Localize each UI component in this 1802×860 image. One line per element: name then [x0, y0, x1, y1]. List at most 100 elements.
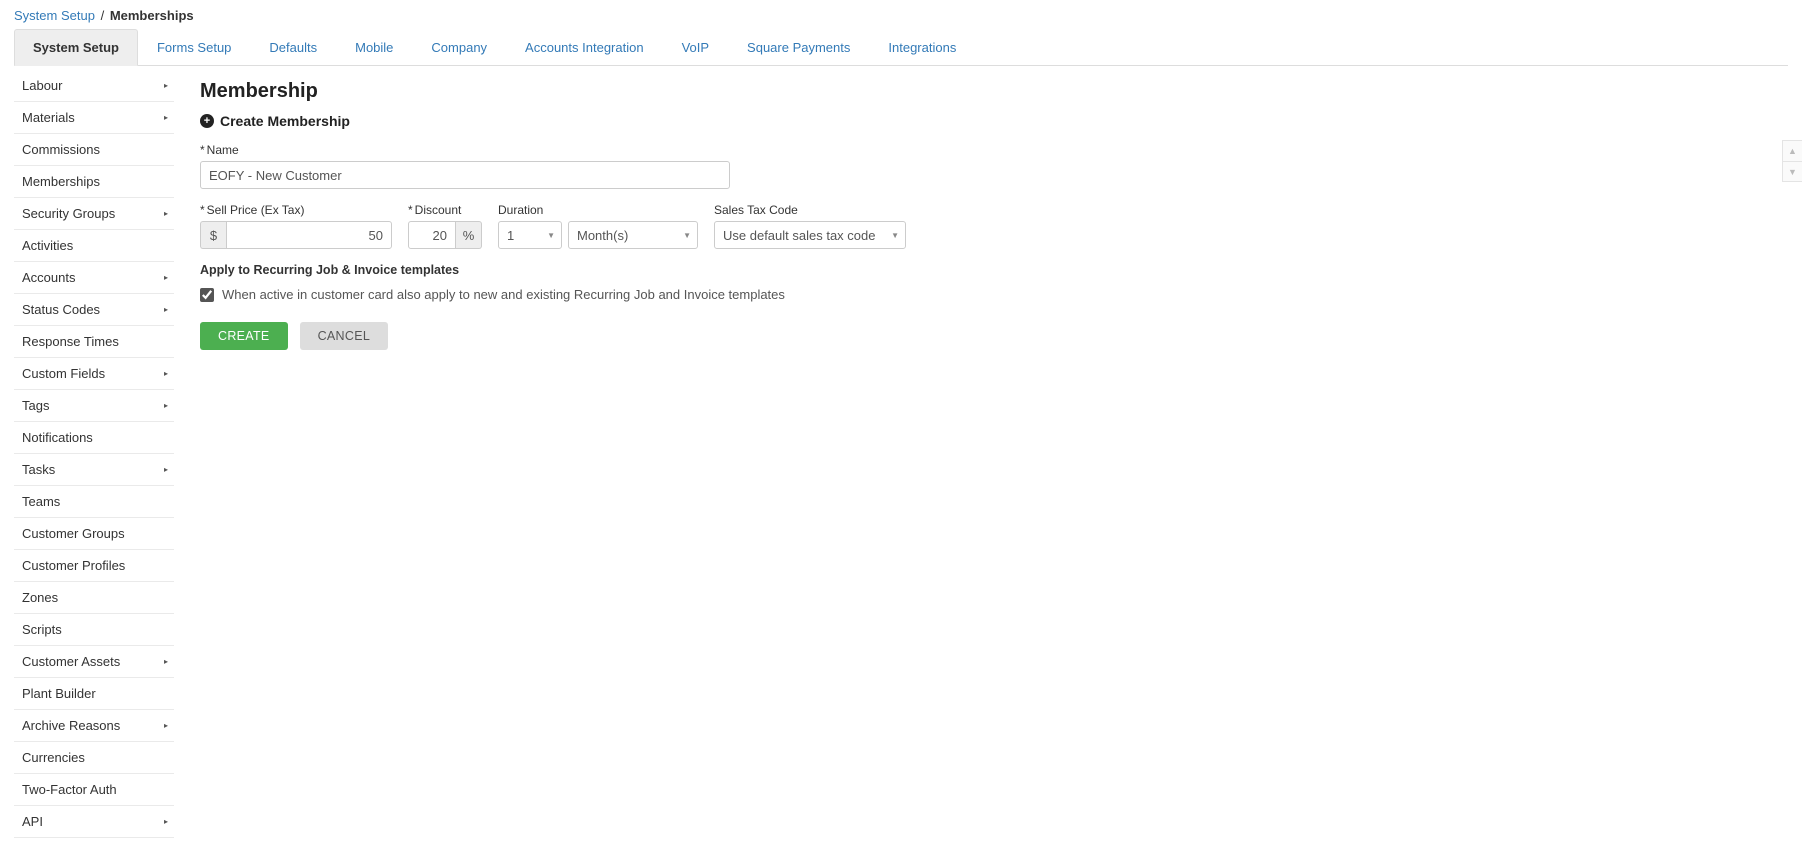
sidebar-item-zones[interactable]: Zones	[14, 582, 174, 614]
tab-system-setup[interactable]: System Setup	[14, 29, 138, 66]
section-title: Create Membership	[220, 113, 350, 129]
tab-voip[interactable]: VoIP	[663, 29, 728, 65]
chevron-right-icon: ▸	[164, 401, 168, 410]
price-label: *Sell Price (Ex Tax)	[200, 203, 392, 217]
scroll-up-icon[interactable]: ▲	[1783, 141, 1802, 161]
sidebar-item-two-factor-auth[interactable]: Two-Factor Auth	[14, 774, 174, 806]
chevron-right-icon: ▸	[164, 305, 168, 314]
tab-mobile[interactable]: Mobile	[336, 29, 412, 65]
sidebar-item-label: Labour	[22, 78, 62, 93]
sidebar-item-status-codes[interactable]: Status Codes ▸	[14, 294, 174, 326]
tab-defaults[interactable]: Defaults	[250, 29, 336, 65]
sidebar-item-label: Plant Builder	[22, 686, 96, 701]
tax-code-select[interactable]: Use default sales tax code ▼	[714, 221, 906, 249]
sidebar-item-security-groups[interactable]: Security Groups▸	[14, 198, 174, 230]
sidebar-item-accounts[interactable]: Accounts ▸	[14, 262, 174, 294]
chevron-right-icon: ▸	[164, 81, 168, 90]
discount-label-text: Discount	[415, 203, 462, 217]
duration-label: Duration	[498, 203, 698, 217]
sidebar-item-label: Memberships	[22, 174, 100, 189]
required-mark: *	[408, 203, 413, 217]
chevron-right-icon: ▸	[164, 113, 168, 122]
page-title: Membership	[200, 80, 1788, 103]
currency-prefix: $	[200, 221, 226, 249]
chevron-down-icon: ▼	[683, 231, 691, 240]
sidebar-item-customer-assets[interactable]: Customer Assets▸	[14, 646, 174, 678]
sidebar-item-notifications[interactable]: Notifications	[14, 422, 174, 454]
sidebar-item-activities[interactable]: Activities	[14, 230, 174, 262]
recurring-checkbox-label: When active in customer card also apply …	[222, 287, 785, 302]
sidebar-item-label: Materials	[22, 110, 75, 125]
sidebar-item-label: Tags	[22, 398, 49, 413]
breadcrumb: System Setup / Memberships	[0, 0, 1802, 29]
tab-square-payments[interactable]: Square Payments	[728, 29, 869, 65]
sidebar-item-archive-reasons[interactable]: Archive Reasons ▸	[14, 710, 174, 742]
chevron-down-icon: ▼	[547, 231, 555, 240]
tab-accounts-integration[interactable]: Accounts Integration	[506, 29, 663, 65]
sidebar-item-label: Notifications	[22, 430, 93, 445]
sidebar-item-label: Two-Factor Auth	[22, 782, 117, 797]
sidebar-item-scripts[interactable]: Scripts	[14, 614, 174, 646]
recurring-checkbox[interactable]	[200, 288, 214, 302]
sidebar-item-commissions[interactable]: Commissions	[14, 134, 174, 166]
sidebar-item-label: Custom Fields	[22, 366, 105, 381]
discount-input[interactable]	[408, 221, 456, 249]
main-tabs: System SetupForms SetupDefaultsMobileCom…	[14, 29, 1788, 66]
percent-suffix: %	[456, 221, 482, 249]
duration-unit-value: Month(s)	[577, 228, 628, 243]
sidebar-item-label: API	[22, 814, 43, 829]
chevron-right-icon: ▸	[164, 721, 168, 730]
tab-company[interactable]: Company	[412, 29, 506, 65]
chevron-right-icon: ▸	[164, 209, 168, 218]
price-input[interactable]	[226, 221, 392, 249]
sidebar-item-currencies[interactable]: Currencies	[14, 742, 174, 774]
sidebar-item-teams[interactable]: Teams	[14, 486, 174, 518]
tax-label: Sales Tax Code	[714, 203, 906, 217]
sidebar-item-tags[interactable]: Tags ▸	[14, 390, 174, 422]
name-label: *Name	[200, 143, 1788, 157]
breadcrumb-root-link[interactable]: System Setup	[14, 8, 95, 23]
sidebar-item-materials[interactable]: Materials ▸	[14, 102, 174, 134]
sidebar-item-api[interactable]: API ▸	[14, 806, 174, 838]
sidebar-item-label: Zones	[22, 590, 58, 605]
sidebar-item-label: Tasks	[22, 462, 55, 477]
sidebar-item-label: Commissions	[22, 142, 100, 157]
recurring-heading: Apply to Recurring Job & Invoice templat…	[200, 263, 1788, 277]
tax-code-value: Use default sales tax code	[723, 228, 875, 243]
sidebar-item-customer-groups[interactable]: Customer Groups	[14, 518, 174, 550]
chevron-right-icon: ▸	[164, 817, 168, 826]
chevron-right-icon: ▸	[164, 465, 168, 474]
sidebar-item-label: Customer Profiles	[22, 558, 125, 573]
cancel-button[interactable]: CANCEL	[300, 322, 389, 350]
tab-integrations[interactable]: Integrations	[869, 29, 975, 65]
chevron-right-icon: ▸	[164, 273, 168, 282]
create-button[interactable]: CREATE	[200, 322, 288, 350]
sidebar-item-label: Activities	[22, 238, 73, 253]
main-content: Membership + Create Membership *Name *Se…	[174, 66, 1788, 838]
duration-qty-select[interactable]: 1 ▼	[498, 221, 562, 249]
chevron-right-icon: ▸	[164, 369, 168, 378]
plus-circle-icon: +	[200, 114, 214, 128]
discount-label: *Discount	[408, 203, 482, 217]
sidebar-item-labour[interactable]: Labour ▸	[14, 70, 174, 102]
sidebar-item-memberships[interactable]: Memberships	[14, 166, 174, 198]
sidebar-item-tasks[interactable]: Tasks ▸	[14, 454, 174, 486]
breadcrumb-current: Memberships	[110, 8, 194, 23]
sidebar-item-label: Customer Groups	[22, 526, 125, 541]
name-input[interactable]	[200, 161, 730, 189]
sidebar-item-label: Response Times	[22, 334, 119, 349]
sidebar-item-customer-profiles[interactable]: Customer Profiles	[14, 550, 174, 582]
section-header: + Create Membership	[200, 113, 1788, 129]
sidebar-item-label: Status Codes	[22, 302, 100, 317]
tab-forms-setup[interactable]: Forms Setup	[138, 29, 250, 65]
sidebar-item-response-times[interactable]: Response Times	[14, 326, 174, 358]
sidebar-item-label: Accounts	[22, 270, 75, 285]
recurring-checkbox-row[interactable]: When active in customer card also apply …	[200, 287, 1788, 302]
required-mark: *	[200, 203, 205, 217]
duration-unit-select[interactable]: Month(s) ▼	[568, 221, 698, 249]
breadcrumb-separator: /	[101, 8, 105, 23]
scroll-down-icon[interactable]: ▼	[1783, 161, 1802, 181]
sidebar-item-plant-builder[interactable]: Plant Builder	[14, 678, 174, 710]
sidebar-item-label: Archive Reasons	[22, 718, 120, 733]
sidebar-item-custom-fields[interactable]: Custom Fields ▸	[14, 358, 174, 390]
